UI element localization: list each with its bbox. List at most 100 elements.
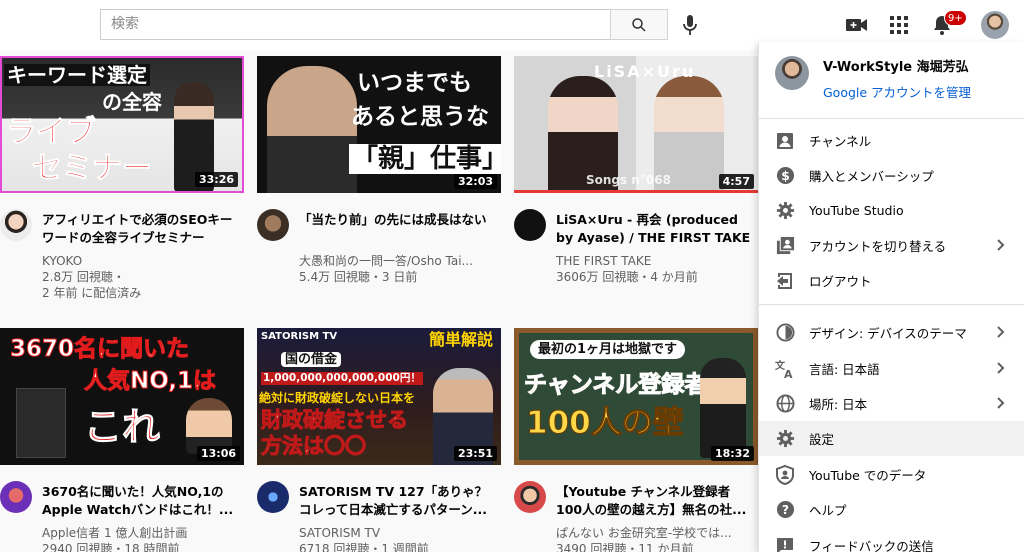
menu-item-help[interactable]: ? ヘルプ [759,492,1024,527]
search-input[interactable]: 検索 [100,9,611,40]
menu-item-switch-account[interactable]: アカウントを切り替える [759,228,1024,263]
thumbnail-text: の全容 [102,90,162,114]
menu-item-studio[interactable]: YouTube Studio [759,193,1024,228]
thumbnail-text: 「親」仕事」 [349,144,501,174]
notification-badge: 9+ [944,10,967,26]
video-card[interactable]: 最初の1ヶ月は地獄です チャンネル登録者 100人の壁 18:32 【Youtu… [514,328,758,552]
shield-person-icon [776,464,794,485]
video-card[interactable]: LiSA×Uru Songs n°068 4:57 LiSA×Uru - 再会 … [514,56,758,284]
thumbnail-text: 簡単解説 [429,330,494,349]
thumbnail-text: SATORISM TV [261,331,338,342]
menu-item-language[interactable]: 文A 言語: 日本語 [759,351,1024,386]
menu-item-settings[interactable]: 設定 [759,421,1024,456]
svg-text:?: ? [781,503,788,517]
menu-item-label: 購入とメンバーシップ [809,169,934,184]
switch-account-icon [776,236,794,255]
video-thumbnail[interactable]: キーワード選定 の全容 ライブ セミナー 33:26 [0,56,244,193]
video-thumbnail[interactable]: 3670名に聞いた 人気NO,1は これ 13:06 [0,328,244,465]
video-title[interactable]: LiSA×Uru - 再会 (produced by Ayase) / THE … [556,211,756,247]
menu-item-purchases[interactable]: $ 購入とメンバーシップ [759,158,1024,193]
channel-name[interactable]: ぱんない お金研究室-学校では... [556,525,756,541]
gear-icon [776,201,794,220]
channel-avatar[interactable] [0,481,32,513]
thumbnail-text: 100人の壁 [526,405,685,441]
chevron-right-icon [997,362,1005,374]
menu-item-channel[interactable]: チャンネル [759,123,1024,158]
video-thumbnail[interactable]: 最初の1ヶ月は地獄です チャンネル登録者 100人の壁 18:32 [514,328,758,465]
thumbnail-text: 財政破綻させる [261,408,409,432]
account-menu: V-WorkStyle 海堀芳弘 Google アカウントを管理 チャンネル $… [758,42,1024,552]
create-video-button[interactable] [845,13,869,37]
thumbnail-text: Songs n°068 [586,173,671,187]
channel-avatar[interactable] [514,481,546,513]
microphone-icon [683,15,697,35]
video-card[interactable]: 3670名に聞いた 人気NO,1は これ 13:06 3670名に聞いた！人気N… [0,328,244,552]
thumbnail-text: 方法は〇〇 [261,434,367,458]
menu-item-feedback[interactable]: フィードバックの送信 [759,528,1024,552]
thumbnail-text: チャンネル登録者 [523,372,708,398]
account-name: V-WorkStyle 海堀芳弘 [823,60,969,75]
video-card[interactable]: SATORISM TV 簡単解説 国の借金 1,000,000,000,000,… [257,328,501,552]
menu-item-label: ログアウト [809,274,872,289]
channel-avatar[interactable] [257,209,289,241]
channel-name[interactable]: THE FIRST TAKE [556,253,756,269]
video-title[interactable]: 【Youtube チャンネル登録者100人の壁の越え方】無名の社... [556,483,756,519]
channel-name[interactable]: Apple信者 1 億人創出計画 [42,525,242,541]
video-card[interactable]: キーワード選定 の全容 ライブ セミナー 33:26 アフィリエイトで必須のSE… [0,56,244,300]
video-title[interactable]: 「当たり前」の先には成長はない [299,211,499,229]
thumbnail-text: セミナー [32,151,153,186]
translate-icon: 文A [775,359,793,379]
channel-name[interactable]: SATORISM TV [299,525,499,541]
menu-divider [759,118,1024,119]
menu-item-your-data[interactable]: YouTube でのデータ [759,457,1024,492]
video-thumbnail[interactable]: LiSA×Uru Songs n°068 4:57 [514,56,758,193]
search-icon [632,17,646,32]
view-count: 2.8万 回視聴・ [42,270,125,284]
video-camera-plus-icon [846,19,867,31]
menu-item-label: フィードバックの送信 [809,539,934,552]
channel-avatar[interactable] [257,481,289,513]
thumbnail-text: これ [83,405,161,449]
video-duration: 4:57 [718,174,754,189]
video-title[interactable]: SATORISM TV 127「ありゃ？コレって日本滅亡するパターン... [299,483,499,519]
manage-google-account-link[interactable]: Google アカウントを管理 [823,82,971,101]
menu-item-label: YouTube Studio [809,203,904,218]
svg-text:A: A [784,368,793,379]
chevron-right-icon [997,239,1005,251]
menu-item-label: デザイン: デバイスのテーマ [809,326,967,341]
search-button[interactable] [610,9,668,40]
view-count: 2940 回視聴・18 時間前 [42,542,180,552]
menu-item-location[interactable]: 場所: 日本 [759,386,1024,421]
account-avatar [775,56,809,90]
video-meta: Apple信者 1 億人創出計画 2940 回視聴・18 時間前 [42,525,242,552]
video-card[interactable]: いつまでも あると思うな 「親」仕事」 32:03 「当たり前」の先には成長はな… [257,56,501,284]
channel-name[interactable]: 大愚和尚の一問一答/Osho Tai... [299,253,499,269]
video-thumbnail[interactable]: いつまでも あると思うな 「親」仕事」 32:03 [257,56,501,193]
menu-item-label: 言語: 日本語 [809,362,880,377]
video-meta: THE FIRST TAKE 3606万 回視聴・4 か月前 [556,253,756,285]
thumbnail-text: 3670名に聞いた [9,336,190,362]
menu-item-theme[interactable]: デザイン: デバイスのテーマ [759,315,1024,350]
apps-button[interactable] [887,13,911,37]
voice-search-button[interactable] [680,13,700,37]
account-avatar-button[interactable] [981,11,1009,39]
feedback-icon [777,537,793,552]
chevron-right-icon [997,397,1005,409]
channel-avatar[interactable] [0,209,32,241]
menu-item-label: YouTube でのデータ [809,468,927,483]
person-box-icon [777,132,793,149]
cartoon-figure [700,358,746,458]
channel-avatar[interactable] [514,209,546,241]
view-count: 3606万 回視聴・4 か月前 [556,270,698,284]
video-title[interactable]: アフィリエイトで必須のSEOキーワードの全容ライブセミナー [42,211,242,247]
thumbnail-text: あると思うな [351,104,489,130]
video-thumbnail[interactable]: SATORISM TV 簡単解説 国の借金 1,000,000,000,000,… [257,328,501,465]
video-title[interactable]: 3670名に聞いた！人気NO,1のApple Watchバンドはこれ！... [42,483,242,519]
monk-figure [267,66,357,193]
menu-divider [759,304,1024,305]
view-count: 3490 回視聴・11 か月前 [556,542,694,552]
menu-item-label: 場所: 日本 [809,397,868,412]
menu-item-logout[interactable]: ログアウト [759,263,1024,298]
channel-name[interactable]: KYOKO [42,253,242,269]
menu-item-label: アカウントを切り替える [809,239,947,254]
